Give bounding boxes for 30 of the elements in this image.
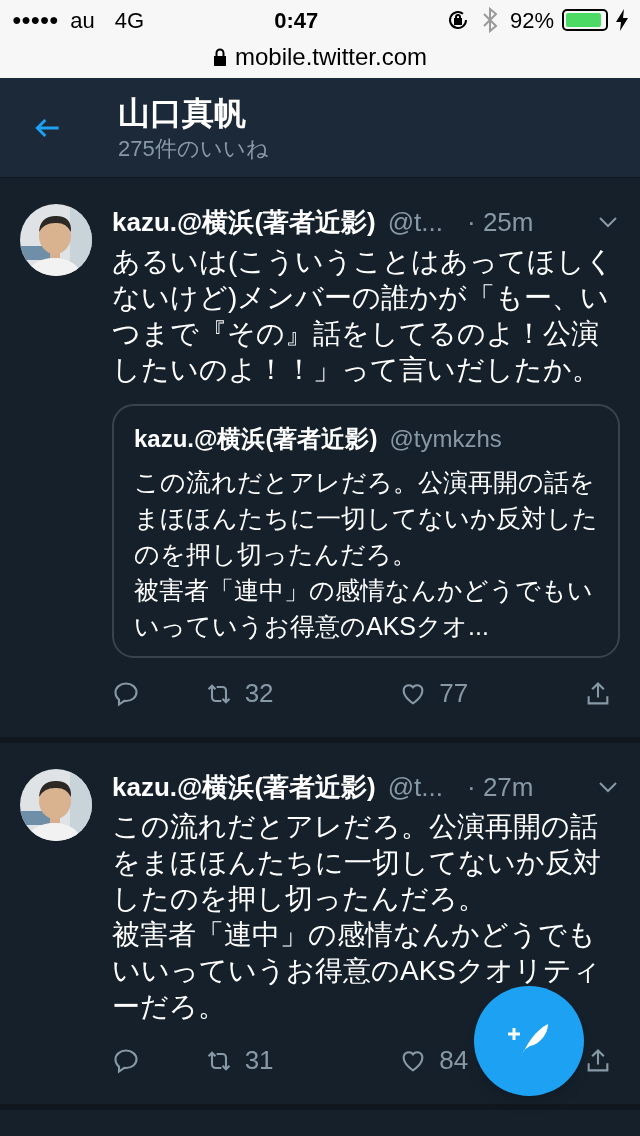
- tweet-time: · 27m: [467, 771, 534, 804]
- author-handle: @t...: [387, 771, 443, 804]
- quoted-text: 被害者「連中」の感情なんかどうでもいいっていうお得意のAKSクオ...: [134, 575, 594, 642]
- url-text[interactable]: mobile.twitter.com: [234, 39, 428, 75]
- like-count: 84: [439, 1044, 469, 1077]
- header-title: 山口真帆: [118, 93, 247, 133]
- quoted-author-name: kazu.@横浜(著者近影): [134, 424, 378, 454]
- tweet-text: この流れだとアレだろ。公演再開の話をまほほんたちに一切してないか反対したのを押し切ったんだろ。: [112, 810, 602, 916]
- signal-dots: ●●●●●: [12, 10, 59, 30]
- network-type: 4G: [114, 6, 145, 35]
- carrier: au: [70, 6, 95, 35]
- quoted-text: この流れだとアレだろ。公演再開の話をまほほんたちに一切してないか反対したのを押し切ったんだろ。: [134, 467, 598, 570]
- battery-icon: [562, 9, 608, 31]
- clock: 0:47: [274, 6, 319, 35]
- lock-icon: [212, 48, 227, 66]
- author-name[interactable]: kazu.@横浜(著者近影): [112, 204, 376, 240]
- charging-icon: [616, 9, 628, 31]
- retweet-count: 32: [244, 677, 274, 710]
- header-subtitle: 275件のいいね: [118, 134, 269, 163]
- author-handle: @t...: [387, 206, 443, 239]
- author-name[interactable]: kazu.@横浜(著者近影): [112, 769, 376, 805]
- battery-percent: 92%: [509, 6, 554, 35]
- tweet-text: 被害者「連中」の感情なんかどうでもいいっていうお得意のAKSクオリティーだろ。: [112, 918, 603, 1024]
- retweet-count: 31: [244, 1044, 274, 1077]
- quoted-author-handle: @tymkzhs: [389, 424, 502, 454]
- quoted-tweet[interactable]: kazu.@横浜(著者近影) @tymkzhs この流れだとアレだろ。公演再開の話をまほほんたちに一切してないか反対したのを押し切ったんだろ。 被害者「連中」の感情なんかどうでもいいっていうお得意のAKSクオ...: [112, 404, 620, 658]
- tweet-text: あるいは(こういうことはあってほしくないけど)メンバーの誰かが「もー、いつまで『その』話をしてるのよ！公演したいのよ！！」って言いだしたか。: [112, 245, 616, 387]
- like-count: 77: [439, 677, 469, 710]
- tweet-time: · 25m: [467, 206, 534, 239]
- bluetooth-icon: [481, 7, 498, 33]
